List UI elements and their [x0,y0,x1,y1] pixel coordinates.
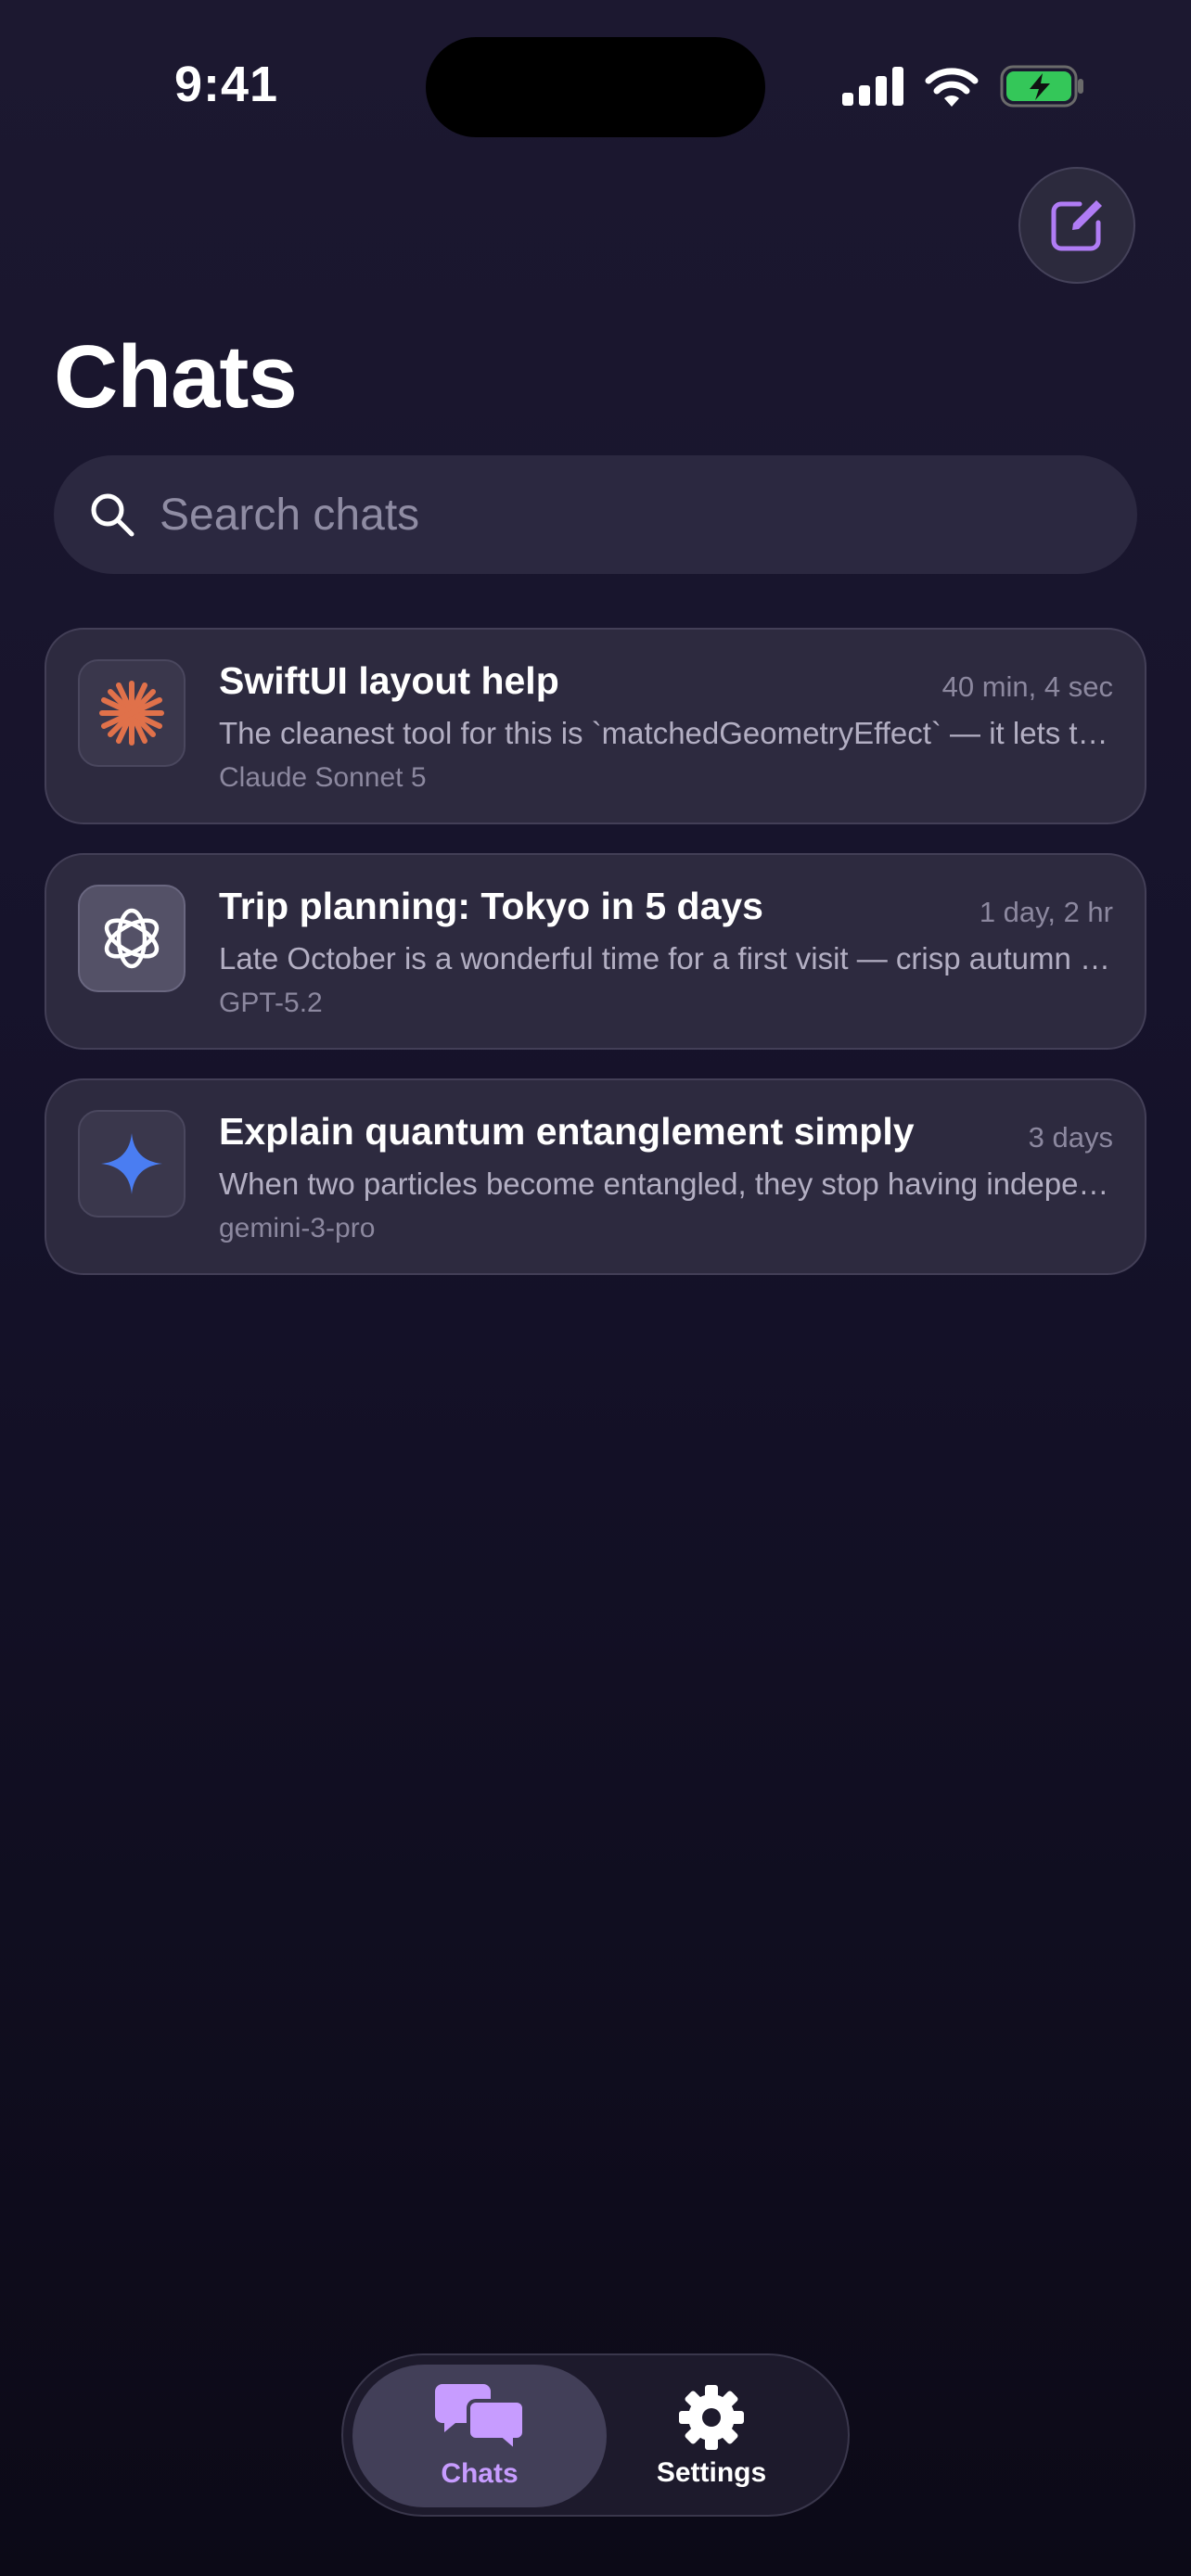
chat-timestamp: 3 days [1028,1121,1113,1154]
tab-bar: Chats Settings [341,2353,850,2517]
chat-item-swiftui[interactable]: SwiftUI layout help 40 min, 4 sec The cl… [45,628,1146,824]
tab-label: Settings [656,2457,767,2488]
chat-title: Trip planning: Tokyo in 5 days [219,885,763,927]
status-time: 9:41 [174,57,279,112]
chat-avatar [78,885,186,992]
dynamic-island [426,37,765,137]
chat-bubbles-icon [435,2384,524,2453]
openai-logo-icon [104,908,160,969]
battery-charging-icon [1000,65,1083,108]
chats-screen: 9:41 Chats Search chats SwiftUI layout h… [0,0,1191,2576]
chat-preview: The cleanest tool for this is `matchedGe… [219,716,1115,750]
chat-item-tokyo[interactable]: Trip planning: Tokyo in 5 days 1 day, 2 … [45,853,1146,1050]
chat-model: GPT-5.2 [219,988,323,1018]
chat-avatar [78,1110,186,1218]
cellular-signal-icon [842,67,903,106]
chat-title: Explain quantum entanglement simply [219,1110,915,1153]
chat-timestamp: 1 day, 2 hr [979,896,1113,928]
chat-model: Claude Sonnet 5 [219,762,427,793]
search-icon [91,493,134,537]
gemini-logo-icon [101,1133,162,1194]
chat-avatar [78,659,186,767]
tab-chats[interactable]: Chats [352,2365,607,2507]
chat-preview: Late October is a wonderful time for a f… [219,941,1115,976]
search-input[interactable] [160,489,1087,541]
claude-logo-icon [99,681,164,746]
compose-button[interactable] [1018,167,1135,284]
chat-model: gemini-3-pro [219,1213,376,1243]
search-bar[interactable] [54,455,1137,574]
gear-icon [679,2385,744,2450]
chat-timestamp: 40 min, 4 sec [941,670,1113,703]
chat-item-quantum[interactable]: Explain quantum entanglement simply 3 da… [45,1078,1146,1275]
status-icons [842,65,1085,108]
chat-list: SwiftUI layout help 40 min, 4 sec The cl… [45,628,1146,1304]
compose-icon [1051,200,1102,251]
page-title: Chats [54,327,298,427]
tab-label: Chats [441,2458,519,2489]
chat-preview: When two particles become entangled, the… [219,1167,1115,1201]
chat-title: SwiftUI layout help [219,659,559,702]
tab-settings[interactable]: Settings [584,2365,839,2507]
wifi-icon [925,68,979,107]
